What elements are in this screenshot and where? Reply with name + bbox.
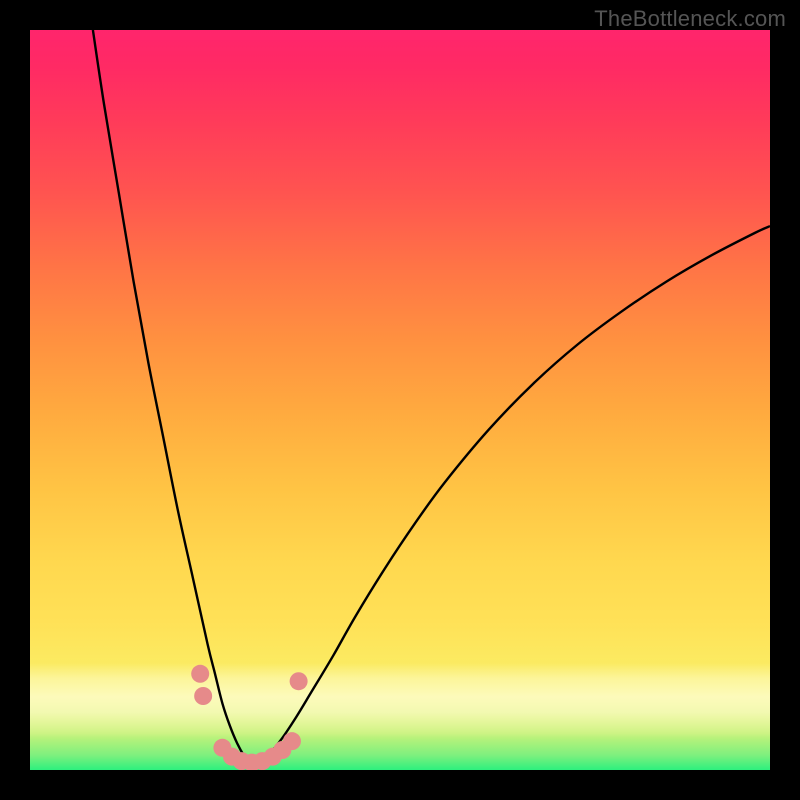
marker-group [191,665,307,770]
marker-dot [191,665,209,683]
curves-svg [30,30,770,770]
watermark-text: TheBottleneck.com [594,6,786,32]
pale-band [30,663,770,738]
marker-dot [264,748,282,766]
marker-dot [290,672,308,690]
marker-dot [243,754,261,770]
marker-dot [273,741,291,759]
marker-dot [233,752,251,770]
plot-area [30,30,770,770]
curve-left-path [93,30,252,766]
marker-dot [213,739,231,757]
marker-dot [283,732,301,750]
curve-right-path [252,226,770,766]
chart-frame: TheBottleneck.com [0,0,800,800]
marker-dot [223,748,241,766]
marker-dot [253,752,271,770]
marker-dot [194,687,212,705]
